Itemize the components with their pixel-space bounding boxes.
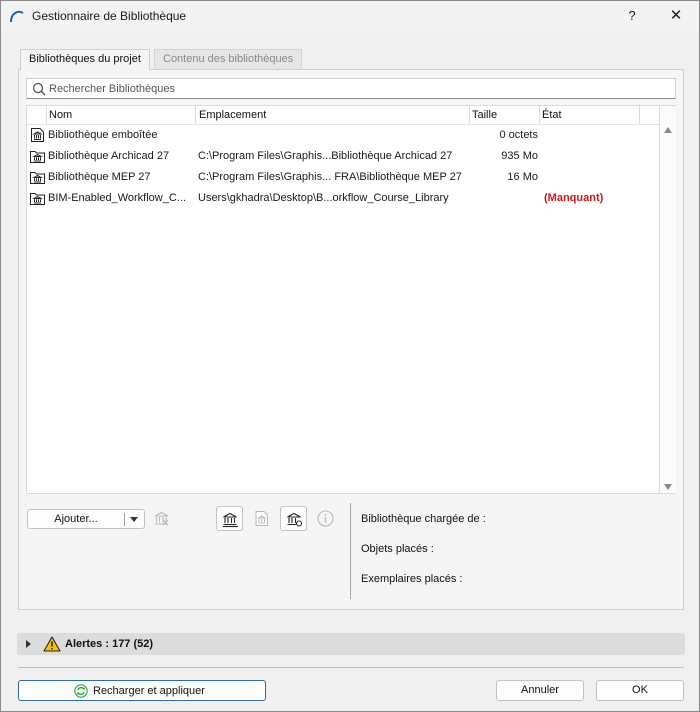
library-size: 0 octets [499,129,538,141]
column-divider[interactable] [469,106,470,124]
table-row[interactable]: Bibliothèque Archicad 27 C:\Program File… [27,146,659,167]
library-folder-icon [30,172,45,184]
search-box [26,78,676,99]
table-scrollbar[interactable] [660,105,676,494]
close-button[interactable]: ✕ [663,6,689,26]
library-folder-icon [30,151,45,163]
library-size: 935 Mo [501,150,538,162]
tab-library-contents[interactable]: Contenu des bibliothèques [154,49,303,69]
help-button[interactable]: ? [619,6,645,26]
library-location: Users\gkhadra\Desktop\B...orkflow_Course… [198,192,449,204]
library-migration-button[interactable] [216,506,243,531]
search-icon [32,82,46,96]
library-manager-window: Gestionnaire de Bibliothèque ? ✕ Bibliot… [0,0,700,712]
info-icon [317,510,334,527]
column-header-size[interactable]: Taille [472,109,497,121]
search-input[interactable] [49,80,669,97]
cancel-button[interactable]: Annuler [496,680,584,701]
library-migration-icon [223,512,238,528]
library-settings-icon [287,512,303,527]
dropdown-divider [124,513,125,526]
table-row[interactable]: BIM-Enabled_Workflow_C... Users\gkhadra\… [27,188,659,209]
library-size: 16 Mo [507,171,538,183]
placed-instances-label: Exemplaires placés : [361,573,463,585]
column-divider[interactable] [46,106,47,124]
ok-button[interactable]: OK [596,680,684,701]
table-row[interactable]: Bibliothèque emboîtée 0 octets [27,125,659,146]
library-name: BIM-Enabled_Workflow_C... [48,192,186,204]
add-library-button[interactable]: Ajouter... [27,509,145,529]
remove-library-icon [154,511,169,526]
reload-apply-label: Recharger et appliquer [93,685,205,697]
column-header-name[interactable]: Nom [49,109,72,121]
export-library-button[interactable] [248,506,275,531]
library-document-icon [255,511,268,526]
tab-project-libraries[interactable]: Bibliothèques du projet [20,49,150,70]
expand-arrow-icon[interactable] [26,640,31,648]
column-divider[interactable] [195,106,196,124]
library-folder-icon [30,193,45,205]
alerts-bar[interactable]: Alertes : 177 (52) [17,633,685,655]
reload-apply-button[interactable]: Recharger et appliquer [18,680,266,701]
library-name: Bibliothèque emboîtée [48,129,158,141]
libraries-table: Nom Emplacement Taille État Bibliothèque… [26,105,660,494]
column-header-state[interactable]: État [542,109,562,121]
scroll-up-icon[interactable] [664,127,672,133]
column-divider[interactable] [539,106,540,124]
column-header-location[interactable]: Emplacement [199,109,266,121]
library-state: (Manquant) [544,192,604,204]
loaded-from-label: Bibliothèque chargée de : [361,513,486,525]
library-settings-button[interactable] [280,506,307,531]
library-location: C:\Program Files\Graphis... FRA\Biblioth… [198,171,462,183]
library-name: Bibliothèque MEP 27 [48,171,151,183]
table-header: Nom Emplacement Taille État [27,106,659,125]
title-bar: Gestionnaire de Bibliothèque ? ✕ [1,1,699,31]
warning-icon [43,636,61,652]
remove-library-button[interactable] [148,506,175,531]
archicad-arc-icon [10,10,24,23]
alerts-label: Alertes : 177 (52) [65,638,154,650]
column-divider[interactable] [639,106,640,124]
library-info-button[interactable] [312,506,339,531]
footer-separator [18,667,684,668]
window-title: Gestionnaire de Bibliothèque [32,9,187,23]
add-library-label: Ajouter... [54,513,98,525]
library-file-icon [31,128,44,142]
chevron-down-icon[interactable] [130,517,138,522]
table-row[interactable]: Bibliothèque MEP 27 C:\Program Files\Gra… [27,167,659,188]
scroll-down-icon[interactable] [664,484,672,490]
placed-objects-label: Objets placés : [361,543,434,555]
reload-icon [74,684,88,698]
library-location: C:\Program Files\Graphis...Bibliothèque … [198,150,453,162]
library-name: Bibliothèque Archicad 27 [48,150,170,162]
panel-divider [350,503,351,599]
